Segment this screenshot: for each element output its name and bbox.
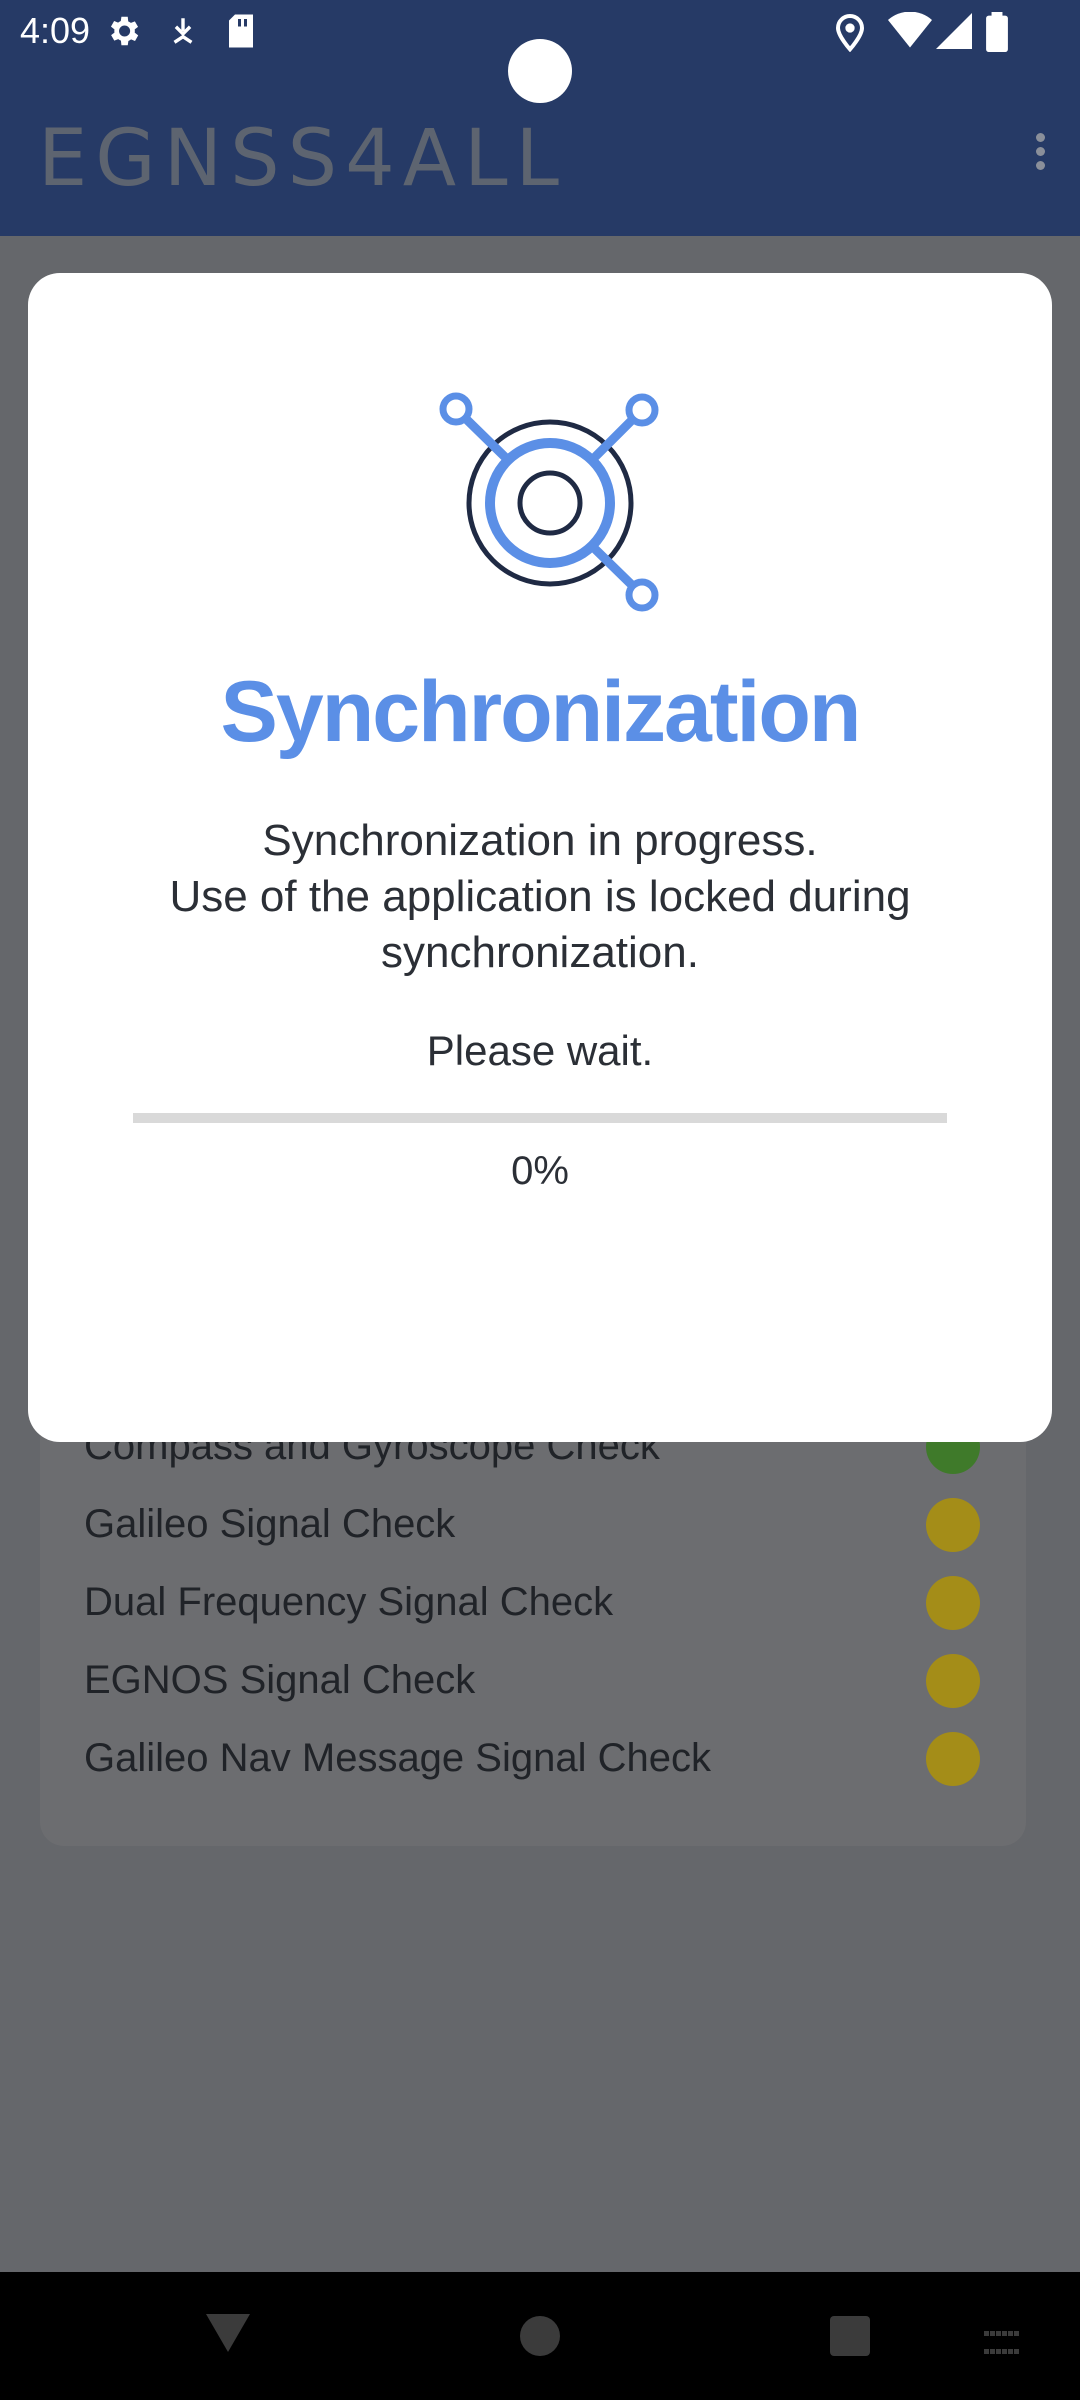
check-label: Dual Frequency Signal Check [84,1580,614,1624]
status-indicator [926,1498,980,1552]
wifi-icon [888,11,932,55]
download-icon [166,12,200,55]
recents-icon[interactable] [830,2316,870,2356]
dialog-message-line: Use of the application is locked during [169,872,911,921]
check-label: Galileo Nav Message Signal Check [84,1736,711,1780]
keyboard-icon[interactable] [984,2326,1028,2354]
camera-cutout [508,39,572,103]
progress-percent: 0% [511,1149,569,1193]
check-row-dual-frequency: Dual Frequency Signal Check [84,1572,984,1642]
dialog-title: Synchronization [220,664,862,760]
dialog-message: Synchronization in progress. Use of the … [88,813,992,981]
app-title: EGNSS4ALL [38,114,567,204]
more-vert-icon[interactable] [1024,128,1056,176]
dialog-message-line: synchronization. [381,928,699,977]
status-indicator [926,1732,980,1786]
check-label: Galileo Signal Check [84,1502,456,1546]
sd-card-icon [226,12,256,55]
status-indicator [926,1576,980,1630]
progress-bar [133,1113,947,1123]
check-row-egnos-signal: EGNOS Signal Check [84,1650,984,1720]
signal-icon [936,12,972,55]
check-label: EGNOS Signal Check [84,1658,476,1702]
gear-icon [104,12,142,55]
checks-card: Compass and Gyroscope Check Galileo Sign… [40,1416,1026,1846]
dialog-message-line: Synchronization in progress. [262,816,818,865]
back-icon[interactable] [206,2314,250,2352]
wait-text: Please wait. [426,1027,654,1074]
sync-network-icon [430,388,670,618]
status-indicator [926,1654,980,1708]
home-icon[interactable] [520,2316,560,2356]
location-icon [834,12,866,57]
check-row-galileo-nav-message: Galileo Nav Message Signal Check [84,1728,984,1798]
navigation-bar [0,2272,1080,2400]
status-time: 4:09 [20,10,91,51]
check-row-galileo-signal: Galileo Signal Check [84,1494,984,1564]
battery-icon [986,12,1008,57]
synchronization-dialog: Synchronization Synchronization in progr… [28,273,1052,1442]
